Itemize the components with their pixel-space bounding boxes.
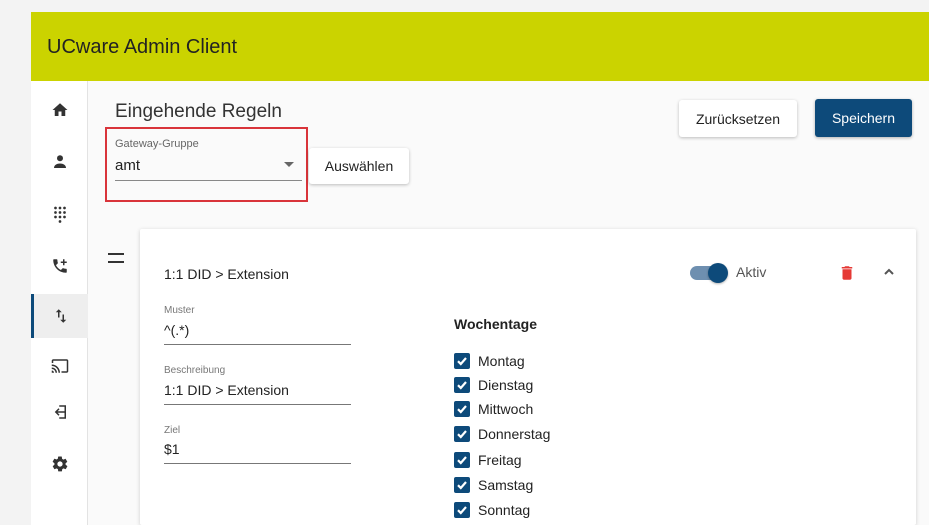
app-window: UCware Admin Client Eingehende Regeln Ga… — [31, 12, 929, 525]
checkbox-checked-icon[interactable] — [454, 477, 470, 493]
active-label: Aktiv — [736, 264, 767, 280]
drag-handle-icon[interactable] — [108, 253, 124, 263]
weekday-checkbox-montag[interactable]: Montag — [454, 352, 525, 370]
weekday-checkbox-sonntag[interactable]: Sonntag — [454, 501, 530, 519]
pattern-label: Muster — [164, 305, 195, 316]
checkbox-checked-icon[interactable] — [454, 353, 470, 369]
sidebar — [31, 81, 88, 525]
checkbox-checked-icon[interactable] — [454, 452, 470, 468]
collapse-button[interactable] — [882, 265, 896, 279]
dialpad-icon — [53, 206, 66, 223]
description-field[interactable]: 1:1 DID > Extension — [164, 382, 289, 398]
weekday-checkbox-mittwoch[interactable]: Mittwoch — [454, 400, 533, 418]
checkbox-checked-icon[interactable] — [454, 401, 470, 417]
gateway-group-label: Gateway-Gruppe — [115, 138, 199, 150]
weekday-checkbox-dienstag[interactable]: Dienstag — [454, 376, 533, 394]
target-field[interactable]: $1 — [164, 441, 180, 457]
login-icon — [54, 405, 66, 419]
weekday-label: Sonntag — [478, 502, 531, 518]
sidebar-item-home[interactable] — [31, 88, 88, 132]
weekday-checkbox-freitag[interactable]: Freitag — [454, 451, 522, 469]
weekdays-title: Wochentage — [454, 316, 537, 332]
checkbox-checked-icon[interactable] — [454, 377, 470, 393]
user-icon — [53, 155, 66, 168]
select-button[interactable]: Auswählen — [309, 148, 409, 184]
gateway-group-select[interactable]: amt — [115, 157, 140, 174]
checkbox-checked-icon[interactable] — [454, 426, 470, 442]
save-button[interactable]: Speichern — [815, 99, 912, 137]
sidebar-item-routing[interactable] — [31, 294, 88, 338]
app-title: UCware Admin Client — [47, 36, 238, 58]
weekday-label: Mittwoch — [478, 401, 534, 417]
weekday-label: Freitag — [478, 452, 522, 468]
pattern-underline — [164, 344, 351, 345]
phone-forward-icon — [52, 259, 67, 273]
gear-icon — [52, 456, 67, 472]
sidebar-item-user[interactable] — [31, 140, 88, 184]
reset-button[interactable]: Zurücksetzen — [679, 100, 797, 137]
swap-vert-icon — [55, 309, 67, 323]
delete-button[interactable] — [838, 263, 856, 283]
active-toggle[interactable] — [688, 262, 728, 283]
home-icon — [52, 103, 67, 116]
description-label: Beschreibung — [164, 365, 226, 376]
sidebar-item-login[interactable] — [31, 390, 88, 434]
description-underline — [164, 404, 351, 405]
rule-card: 1:1 DID > Extension Aktiv Muster ^(.*) B… — [140, 229, 916, 525]
weekday-label: Montag — [478, 353, 525, 369]
checkbox-checked-icon[interactable] — [454, 502, 470, 518]
chevron-up-icon — [884, 268, 894, 275]
rule-title: 1:1 DID > Extension — [164, 266, 289, 282]
sidebar-item-dialpad[interactable] — [31, 192, 88, 236]
weekday-checkbox-samstag[interactable]: Samstag — [454, 476, 533, 494]
window-frame — [0, 0, 31, 525]
pattern-field[interactable]: ^(.*) — [164, 322, 189, 338]
sidebar-item-cast[interactable] — [31, 344, 88, 388]
dropdown-caret-icon[interactable] — [284, 162, 294, 167]
weekday-checkbox-donnerstag[interactable]: Donnerstag — [454, 425, 550, 443]
toggle-thumb — [708, 263, 728, 283]
weekday-label: Samstag — [478, 477, 534, 493]
app-header: UCware Admin Client — [31, 12, 929, 81]
page-title: Eingehende Regeln — [115, 101, 282, 122]
weekday-label: Dienstag — [478, 377, 534, 393]
sidebar-item-settings[interactable] — [31, 442, 88, 486]
target-label: Ziel — [164, 425, 181, 436]
target-underline — [164, 463, 351, 464]
cast-icon — [51, 359, 68, 373]
sidebar-item-call-forward[interactable] — [31, 244, 88, 288]
gateway-group-underline — [115, 180, 302, 181]
trash-icon — [841, 266, 853, 280]
weekday-label: Donnerstag — [478, 426, 551, 442]
